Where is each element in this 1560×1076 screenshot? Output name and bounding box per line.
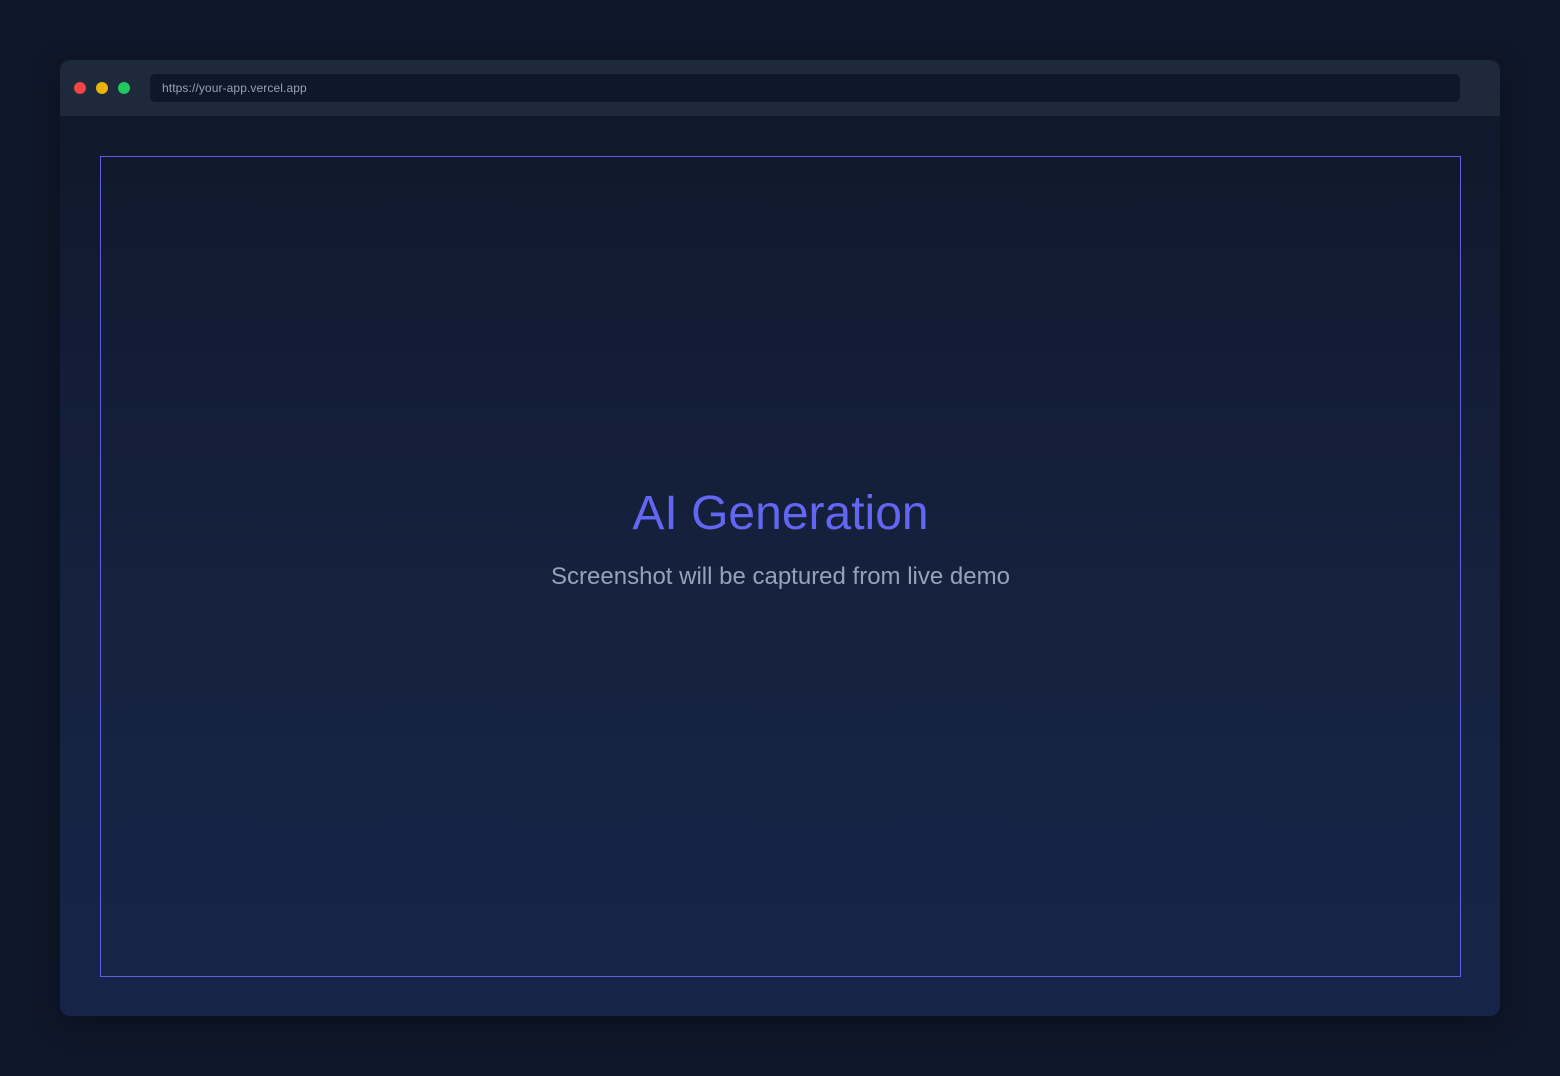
url-text: https://your-app.vercel.app <box>162 81 307 95</box>
browser-titlebar: https://your-app.vercel.app <box>60 60 1500 116</box>
traffic-light-close-icon[interactable] <box>74 82 86 94</box>
hero-title: AI Generation <box>632 486 929 540</box>
browser-window: https://your-app.vercel.app AI Generatio… <box>60 60 1500 1016</box>
traffic-light-minimize-icon[interactable] <box>96 82 108 94</box>
content-frame: AI Generation Screenshot will be capture… <box>100 156 1461 977</box>
traffic-light-maximize-icon[interactable] <box>118 82 130 94</box>
address-bar[interactable]: https://your-app.vercel.app <box>150 74 1460 102</box>
hero-subtitle: Screenshot will be captured from live de… <box>551 562 1010 590</box>
